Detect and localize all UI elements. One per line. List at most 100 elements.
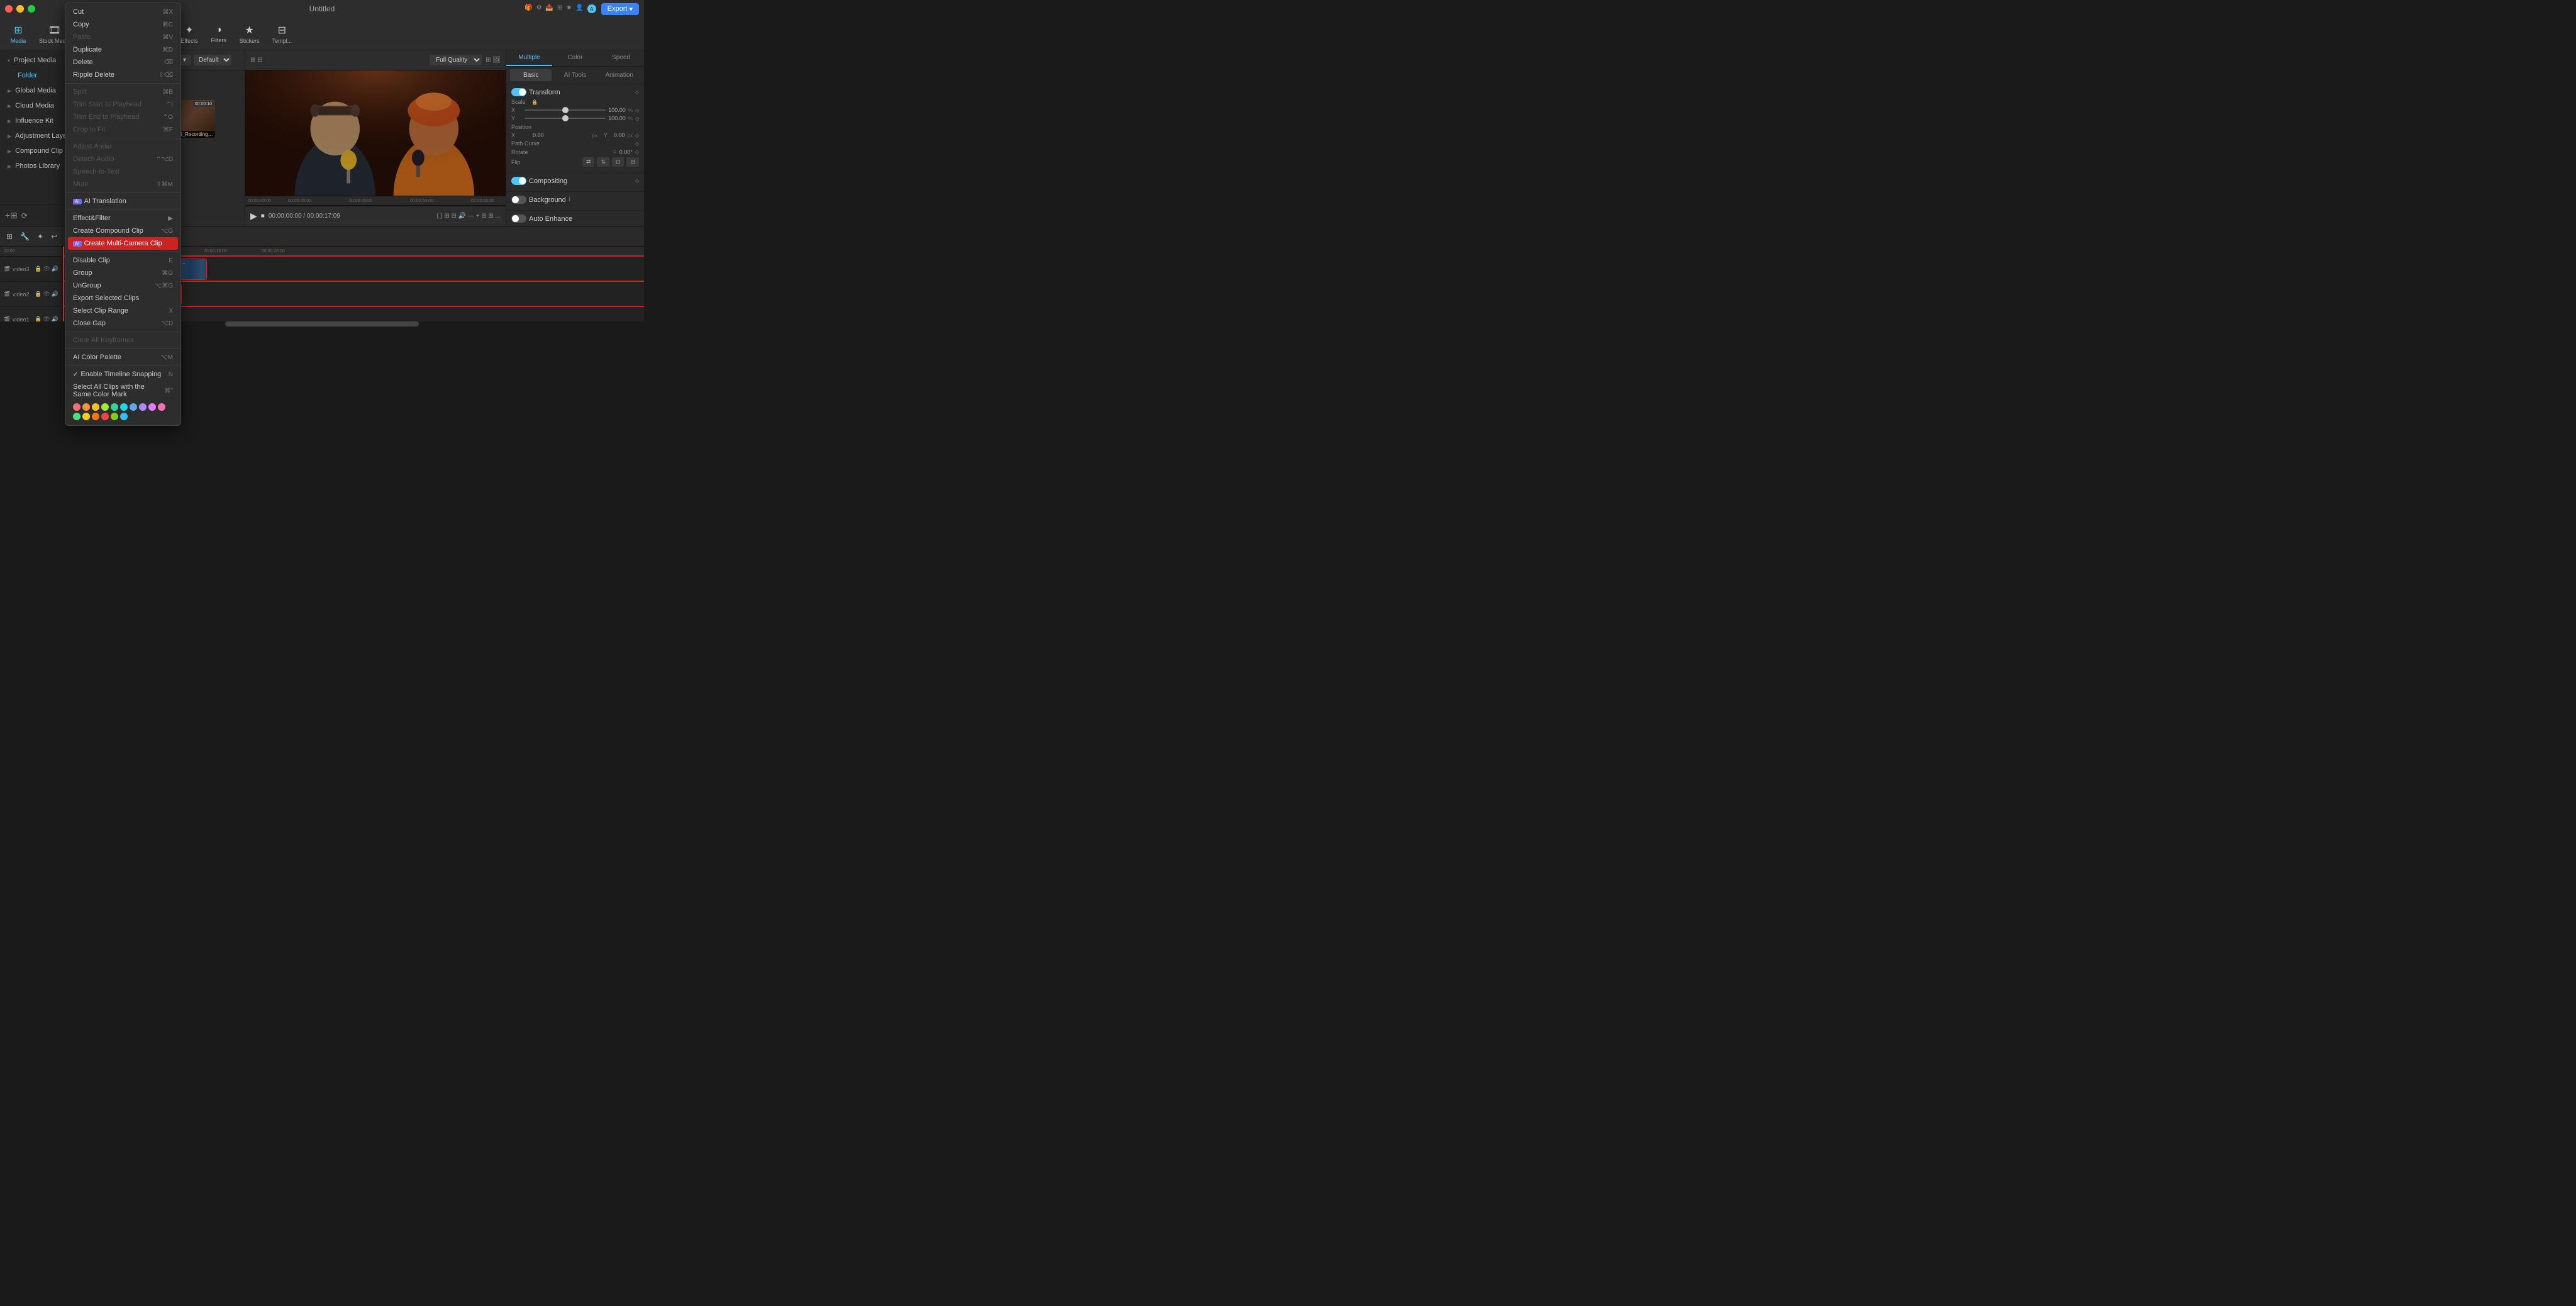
tab-multiple[interactable]: Multiple [506,50,552,66]
color-mark-dot[interactable] [111,413,118,420]
maximize-button[interactable] [28,5,35,13]
ctx-ai-color-palette[interactable]: AI Color Palette ⌥M [65,351,180,364]
toolbar-filters[interactable]: ◑ Filters [206,22,232,46]
ctx-duplicate[interactable]: Duplicate ⌘D [65,43,180,56]
video2-speaker-btn[interactable]: 🔊 [52,291,58,298]
ctx-cut[interactable]: Cut ⌘X [65,6,180,18]
color-mark-dot[interactable] [148,403,156,411]
color-mark-dot[interactable] [82,403,90,411]
auto-enhance-toggle[interactable] [511,215,526,223]
timeline-btn-2[interactable]: 🔧 [18,231,32,242]
arrow-icon: ▶ [8,103,11,109]
ctx-ai-color-palette-label: AI Color Palette [73,354,121,361]
ctx-ai-translation[interactable]: AI AI Translation [65,195,180,208]
transform-keyframe-icon[interactable]: ◇ [635,89,639,95]
color-mark-dot[interactable] [92,413,99,420]
color-mark-dot[interactable] [158,403,165,411]
icon-star[interactable]: ★ [566,4,572,13]
share-folder-btn[interactable]: ⟳ [21,210,28,221]
color-mark-dot[interactable] [111,403,118,411]
ctx-delete[interactable]: Delete ⌫ [65,56,180,69]
filters-label: Filters [211,37,226,43]
background-toggle[interactable] [511,196,526,204]
play-button[interactable]: ▶ [250,211,257,221]
color-mark-dot[interactable] [101,413,109,420]
ctx-export-selected[interactable]: Export Selected Clips [65,292,180,304]
icon-circle[interactable]: A [587,4,596,13]
ctx-copy[interactable]: Copy ⌘C [65,18,180,31]
ctx-timeline-snapping[interactable]: ✓ Enable Timeline Snapping N [65,368,180,381]
subtab-animation[interactable]: Animation [599,69,640,81]
quality-select[interactable]: Full Quality [430,55,482,65]
path-curve-keyframe[interactable]: ◇ [635,141,639,147]
ctx-create-multicam-clip[interactable]: AI Create Multi-Camera Clip [68,237,178,250]
scale-x-slider[interactable] [525,109,606,111]
icon-person[interactable]: 👤 [575,4,583,13]
tab-color[interactable]: Color [552,50,598,66]
compositing-keyframe-icon[interactable]: ◇ [635,178,639,184]
scale-y-slider[interactable] [525,118,606,119]
video2-lock-btn[interactable]: 🔒 [35,291,42,298]
media-default-select[interactable]: Default [194,55,231,65]
add-folder-btn[interactable]: +⊞ [5,210,18,221]
position-keyframe[interactable]: ◇ [635,133,639,138]
toolbar-templates[interactable]: ⊟ Templ... [267,21,297,47]
stop-button[interactable]: ■ [261,213,265,220]
color-mark-dot[interactable] [92,403,99,411]
flip-tr-btn[interactable]: ⊡ [612,157,625,167]
color-mark-dot[interactable] [130,403,137,411]
color-mark-dot[interactable] [120,403,128,411]
ruler-mark-4: 00:00:55:00 [471,199,494,203]
ctx-group[interactable]: Group ⌘G [65,267,180,279]
ctx-effect-filter[interactable]: Effect&Filter ▶ [65,212,180,225]
video1-eye-btn[interactable]: 👁 [43,316,50,321]
position-label-header: Position [511,124,639,130]
video1-speaker-btn[interactable]: 🔊 [52,316,58,321]
video3-text: video3 [13,266,30,272]
rotate-keyframe[interactable]: ◇ [635,149,639,155]
minimize-button[interactable] [16,5,24,13]
export-button[interactable]: Export ▾ [601,3,639,15]
color-mark-dot[interactable] [139,403,147,411]
ctx-ripple-delete[interactable]: Ripple Delete ⇧⌫ [65,69,180,81]
ctx-close-gap[interactable]: Close Gap ⌥D [65,317,180,330]
compositing-toggle[interactable] [511,177,526,185]
color-mark-dot[interactable] [82,413,90,420]
ruler-spacer: 00:00 [0,247,62,257]
color-mark-dot[interactable] [120,413,128,420]
subtab-basic[interactable]: Basic [510,69,552,81]
ctx-ungroup[interactable]: UnGroup ⌥⌘G [65,279,180,292]
scale-x-keyframe[interactable]: ◇ [635,108,639,113]
video2-eye-btn[interactable]: 👁 [43,291,50,298]
timeline-scroll-thumb[interactable] [225,321,418,326]
icon-share[interactable]: 📤 [545,4,553,13]
close-button[interactable] [5,5,13,13]
scale-y-keyframe[interactable]: ◇ [635,116,639,121]
ctx-select-same-color[interactable]: Select All Clips with the Same Color Mar… [65,381,180,401]
color-mark-dot[interactable] [101,403,109,411]
timeline-btn-3[interactable]: ✦ [35,231,46,242]
tab-speed[interactable]: Speed [598,50,644,66]
color-mark-dot[interactable] [73,413,80,420]
icon-settings[interactable]: ⚙ [536,4,541,13]
ctx-create-compound-clip[interactable]: Create Compound Clip ⌥G [65,225,180,237]
transform-toggle[interactable] [511,88,526,96]
pos-y-value: 0.00 [614,132,625,138]
video3-speaker-btn[interactable]: 🔊 [52,265,58,272]
video3-eye-btn[interactable]: 👁 [43,265,50,272]
timeline-btn-undo[interactable]: ↩ [48,231,60,242]
toolbar-media[interactable]: ⊞ Media [5,21,31,47]
ctx-select-clip-range[interactable]: Select Clip Range X [65,304,180,317]
toolbar-stickers[interactable]: ★ Stickers [235,21,265,47]
ctx-disable-clip[interactable]: Disable Clip E [65,254,180,267]
flip-tl-btn[interactable]: ⊟ [626,157,639,167]
icon-grid[interactable]: ⊞ [557,4,562,13]
video1-lock-btn[interactable]: 🔒 [35,316,42,321]
timeline-btn-1[interactable]: ⊞ [4,231,15,242]
icon-gift[interactable]: 🎁 [525,4,532,13]
color-mark-dot[interactable] [73,403,80,411]
video3-lock-btn[interactable]: 🔒 [35,265,42,272]
flip-v-btn[interactable]: ⇅ [597,157,609,167]
subtab-ai-tools[interactable]: AI Tools [554,69,596,81]
flip-h-btn[interactable]: ⇄ [582,157,595,167]
